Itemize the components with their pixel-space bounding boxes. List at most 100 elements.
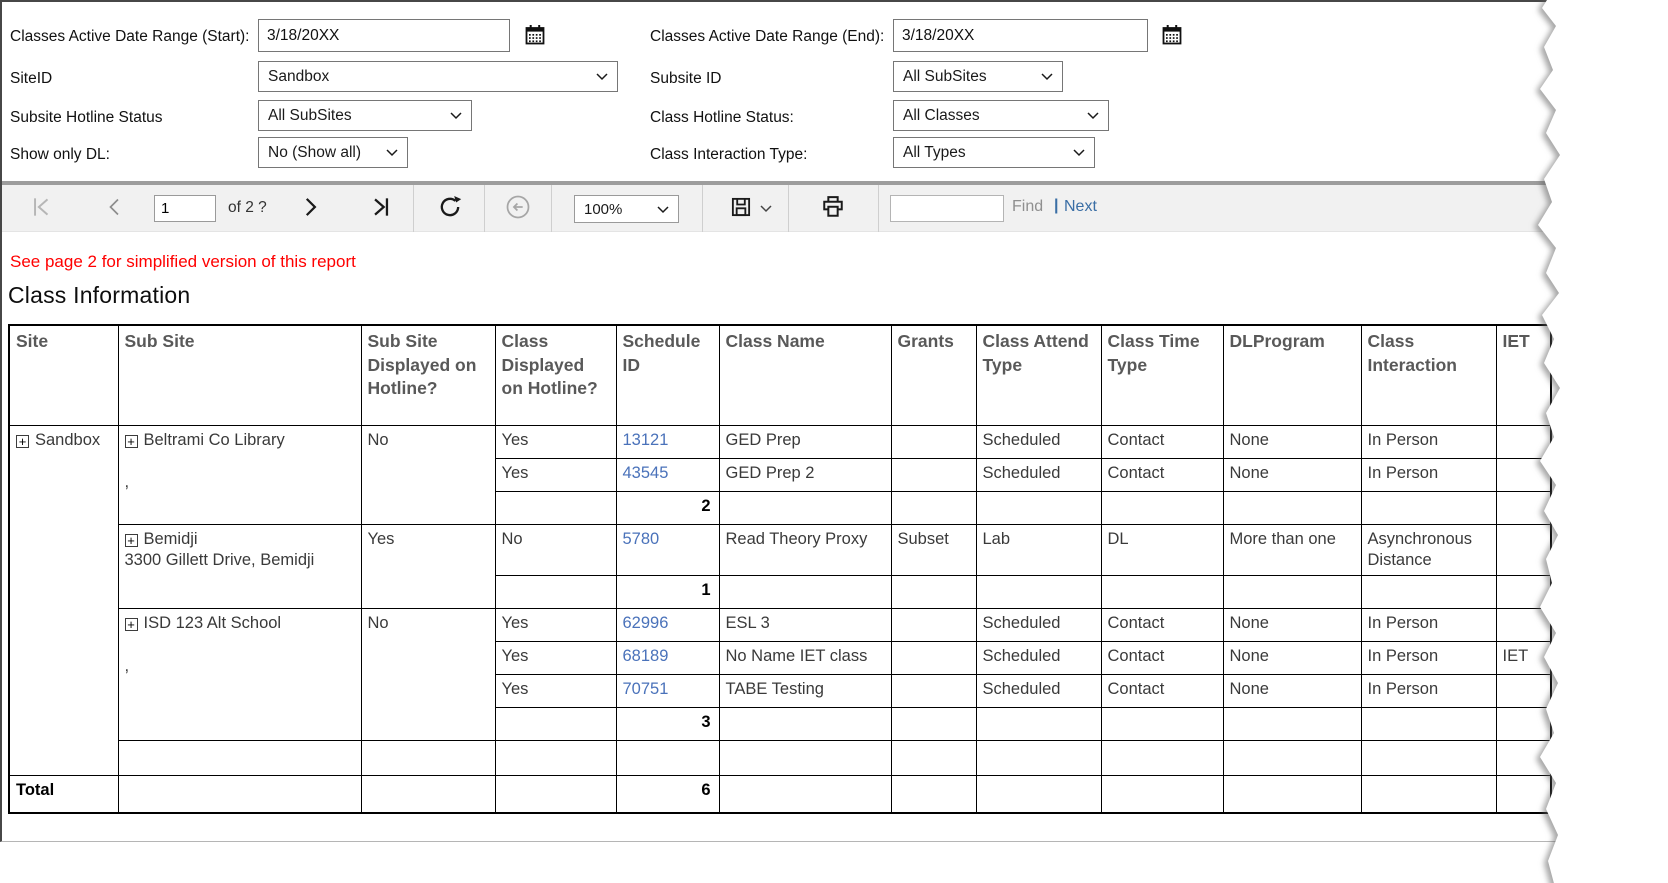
blank-cell xyxy=(1495,575,1552,610)
interaction-cell: Asynchronous Distance xyxy=(1360,523,1497,577)
calendar-icon[interactable] xyxy=(523,23,547,49)
subsite-cell: Beltrami Co Library , xyxy=(117,424,362,525)
find-link[interactable]: Find xyxy=(1012,198,1043,216)
report-body: See page 2 for simplified version of thi… xyxy=(8,252,1553,814)
time-type-cell: Contact xyxy=(1100,424,1224,459)
date-end-input[interactable] xyxy=(893,19,1148,52)
grants-cell: Subset xyxy=(890,523,977,577)
expand-icon[interactable] xyxy=(124,434,138,448)
schedule-id-link[interactable]: 70751 xyxy=(623,680,669,698)
interaction-cell: In Person xyxy=(1360,424,1497,459)
schedule-id-cell: 13121 xyxy=(615,424,720,459)
blank-cell xyxy=(718,707,892,742)
class-hotline-status-select[interactable]: All Classes xyxy=(893,100,1109,131)
zoom-select[interactable]: 100% xyxy=(574,195,679,223)
blank-cell xyxy=(1222,707,1362,742)
blank-cell xyxy=(718,575,892,610)
print-icon xyxy=(819,193,847,224)
blank-cell xyxy=(1495,775,1552,814)
subsite-hotline-status-select[interactable]: All SubSites xyxy=(258,100,472,131)
dlprogram-cell: None xyxy=(1222,457,1362,492)
schedule-id-cell: 68189 xyxy=(615,641,720,676)
first-page-icon xyxy=(28,194,54,223)
date-start-input[interactable] xyxy=(258,19,510,52)
next-link[interactable]: Next xyxy=(1064,198,1097,216)
col-header-class-name: Class Name xyxy=(718,324,892,426)
subsite-address: , xyxy=(124,473,130,492)
report-toolbar: of 2 ? 100% Find | Ne xyxy=(2,181,1558,232)
export-button[interactable] xyxy=(724,185,776,232)
previous-page-button[interactable] xyxy=(100,185,130,232)
blank-cell xyxy=(1360,707,1497,742)
expand-icon[interactable] xyxy=(124,533,138,547)
last-page-button[interactable] xyxy=(364,185,398,232)
class-displayed-cell: Yes xyxy=(494,674,617,709)
col-header-time-type: Class Time Type xyxy=(1100,324,1224,426)
class-name-cell: ESL 3 xyxy=(718,608,892,643)
blank-cell xyxy=(890,775,977,814)
schedule-id-link[interactable]: 62996 xyxy=(623,614,669,632)
class-interaction-type-select[interactable]: All Types xyxy=(893,137,1095,168)
col-header-schedule-id: Schedule ID xyxy=(615,324,720,426)
class-name-cell: Read Theory Proxy xyxy=(718,523,892,577)
subsite-id-select[interactable]: All SubSites xyxy=(893,61,1063,92)
blank-cell xyxy=(1360,740,1497,777)
subsite-name: ISD 123 Alt School xyxy=(143,614,282,633)
table-row: ISD 123 Alt School , No Yes 62996 ESL 3 … xyxy=(9,608,1552,742)
time-type-cell: Contact xyxy=(1100,641,1224,676)
iet-cell xyxy=(1495,457,1552,492)
blank-cell xyxy=(494,707,617,742)
grants-cell xyxy=(890,457,977,492)
page-number-input[interactable] xyxy=(154,195,216,222)
interaction-cell: In Person xyxy=(1360,674,1497,709)
subsite-displayed-cell: Yes xyxy=(360,523,496,610)
expand-icon[interactable] xyxy=(16,434,29,448)
prev-page-icon xyxy=(103,195,127,222)
first-page-button[interactable] xyxy=(24,185,58,232)
schedule-id-link[interactable]: 13121 xyxy=(623,431,669,449)
class-displayed-cell: Yes xyxy=(494,608,617,643)
toolbar-divider xyxy=(788,185,789,232)
report-viewer: Classes Active Date Range (Start): SiteI… xyxy=(0,0,1668,883)
time-type-cell: Contact xyxy=(1100,608,1224,643)
blank-cell xyxy=(1100,775,1224,814)
blank-cell xyxy=(890,740,977,777)
calendar-icon[interactable] xyxy=(1160,23,1184,49)
class-interaction-type-label: Class Interaction Type: xyxy=(650,146,808,163)
print-button[interactable] xyxy=(814,185,852,232)
show-only-dl-value: No (Show all) xyxy=(268,143,362,161)
blank-cell xyxy=(718,740,892,777)
report-note: See page 2 for simplified version of thi… xyxy=(10,252,356,271)
refresh-button[interactable] xyxy=(432,185,468,232)
dlprogram-cell: None xyxy=(1222,674,1362,709)
attend-type-cell: Scheduled xyxy=(975,424,1102,459)
schedule-id-link[interactable]: 43545 xyxy=(623,464,669,482)
next-page-button[interactable] xyxy=(294,185,326,232)
attend-type-cell: Scheduled xyxy=(975,457,1102,492)
class-displayed-cell: Yes xyxy=(494,641,617,676)
dlprogram-cell: None xyxy=(1222,641,1362,676)
class-hotline-status-value: All Classes xyxy=(903,106,980,124)
page-count-label: of 2 ? xyxy=(228,199,267,216)
blank-cell xyxy=(1222,740,1362,777)
subtotal-count: 1 xyxy=(615,575,720,610)
subsite-id-label: Subsite ID xyxy=(650,70,722,87)
blank-cell xyxy=(890,707,977,742)
back-to-parent-button[interactable] xyxy=(500,185,536,232)
col-header-subsite-displayed: Sub Site Displayed on Hotline? xyxy=(360,324,496,426)
blank-cell xyxy=(1100,575,1224,610)
blank-cell xyxy=(1100,490,1224,525)
schedule-id-link[interactable]: 5780 xyxy=(623,530,660,548)
refresh-icon xyxy=(436,193,464,224)
time-type-cell: Contact xyxy=(1100,457,1224,492)
schedule-id-cell: 62996 xyxy=(615,608,720,643)
siteid-select[interactable]: Sandbox xyxy=(258,61,618,92)
class-name-cell: GED Prep 2 xyxy=(718,457,892,492)
show-only-dl-select[interactable]: No (Show all) xyxy=(258,137,408,168)
schedule-id-link[interactable]: 68189 xyxy=(623,647,669,665)
expand-icon[interactable] xyxy=(124,618,138,632)
find-text-input[interactable] xyxy=(890,195,1004,222)
chevron-down-icon xyxy=(386,144,398,162)
blank-cell xyxy=(1100,707,1224,742)
class-displayed-cell: Yes xyxy=(494,424,617,459)
